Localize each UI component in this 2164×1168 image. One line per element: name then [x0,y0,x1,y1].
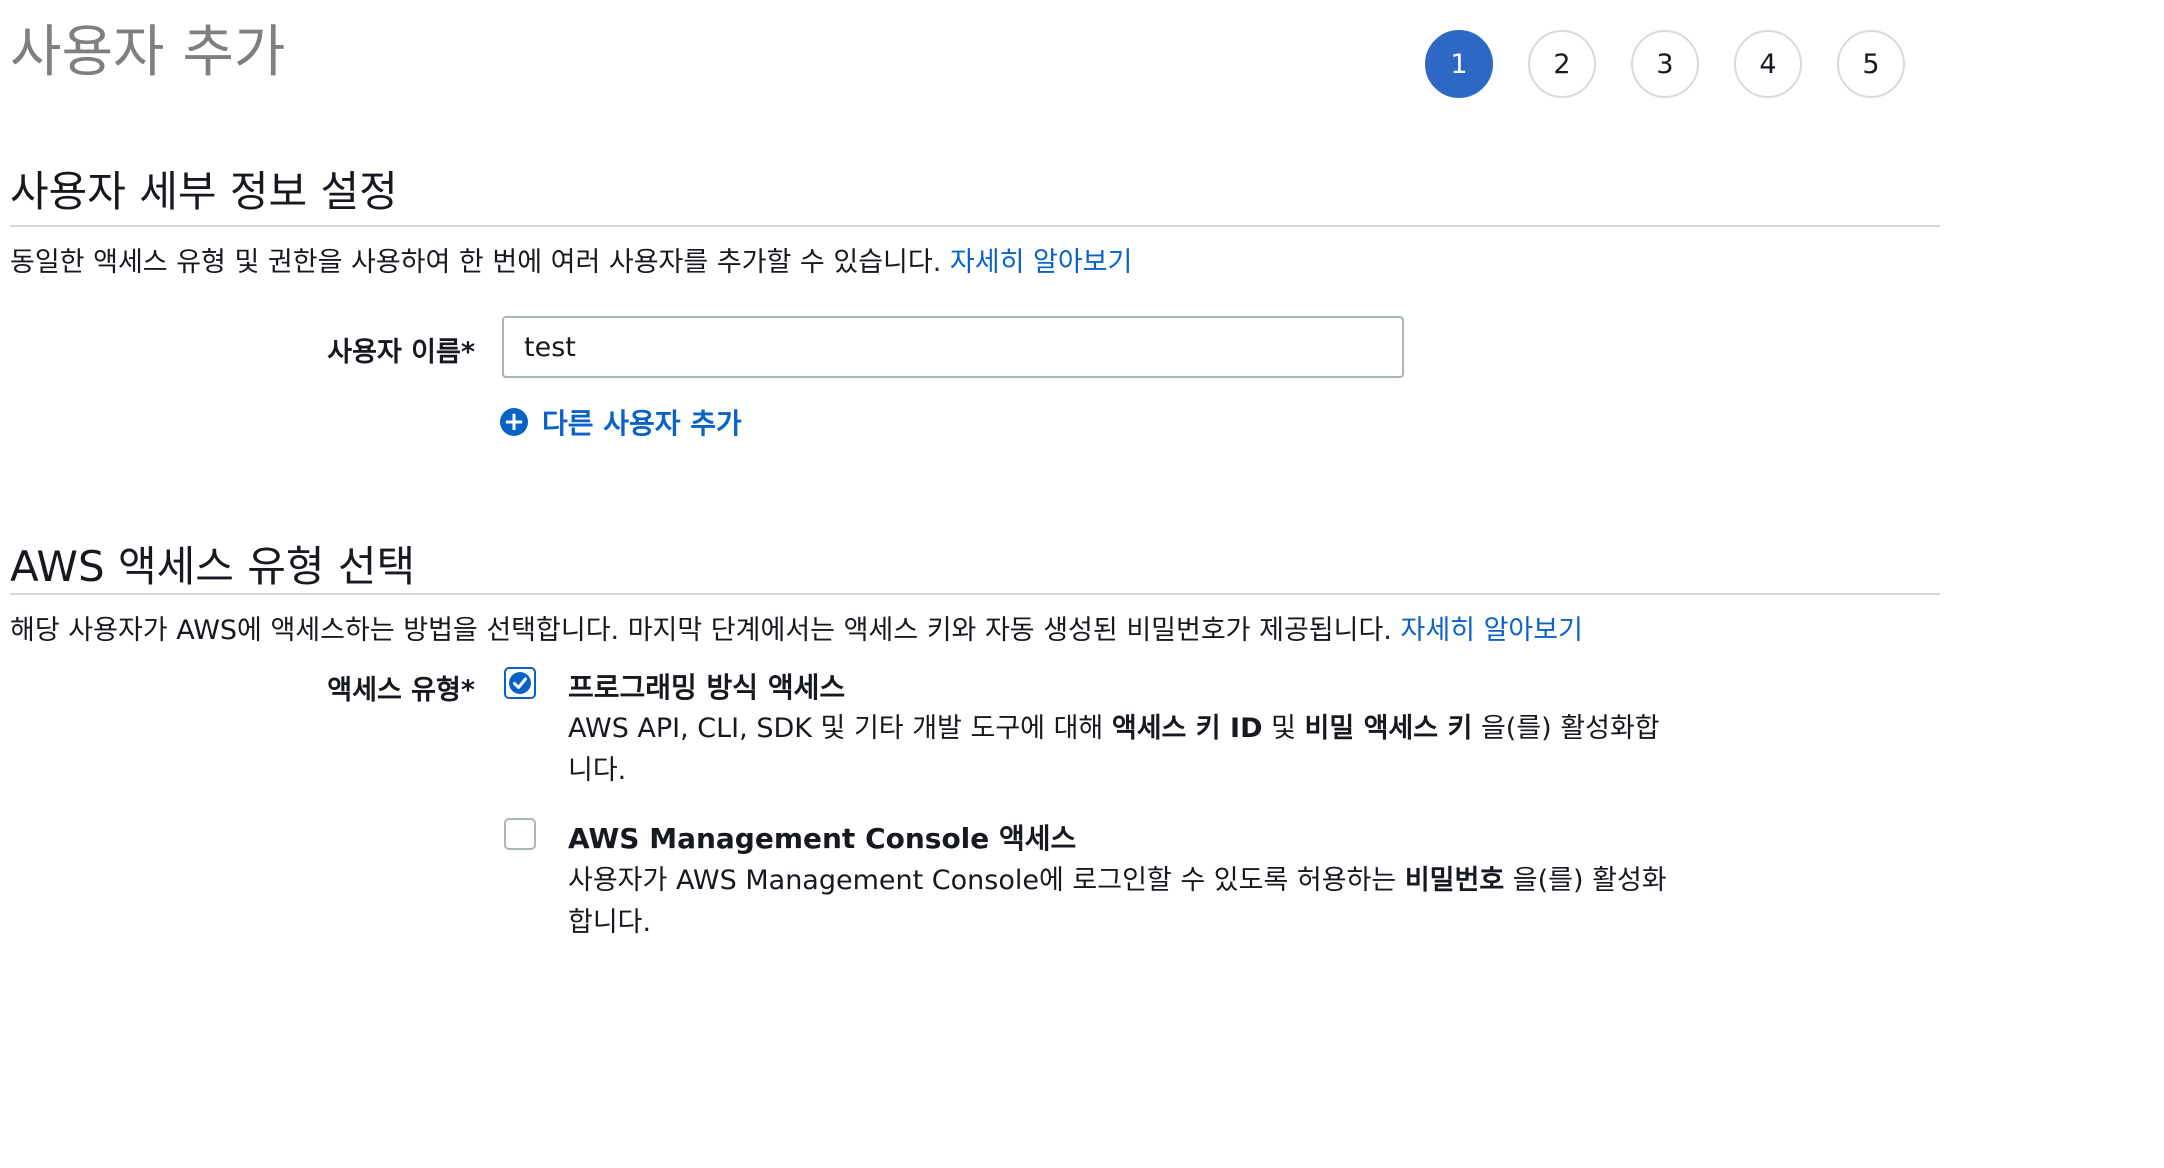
user-details-heading: 사용자 세부 정보 설정 [10,167,398,216]
access-type-label: 액세스 유형* [327,675,475,706]
plus-circle-icon: + [500,408,528,436]
wizard-steps: 1 2 3 4 5 [1425,30,1905,98]
user-details-description: 동일한 액세스 유형 및 권한을 사용하여 한 번에 여러 사용자를 추가할 수… [10,240,1132,279]
step-1[interactable]: 1 [1425,30,1493,98]
desc-bold: 액세스 키 ID [1111,713,1263,744]
desc-bold: 비밀 액세스 키 [1304,713,1473,744]
console-access-title: AWS Management Console 액세스 [568,822,1077,855]
programmatic-access-description: AWS API, CLI, SDK 및 기타 개발 도구에 대해 액세스 키 I… [568,708,1668,792]
desc-bold: 비밀번호 [1404,865,1505,896]
programmatic-access-title: 프로그래밍 방식 액세스 [568,671,846,704]
access-type-heading: AWS 액세스 유형 선택 [10,542,416,591]
step-3[interactable]: 3 [1631,30,1699,98]
step-5[interactable]: 5 [1837,30,1905,98]
username-label: 사용자 이름* [327,337,475,368]
page-title: 사용자 추가 [10,20,286,85]
step-2[interactable]: 2 [1528,30,1596,98]
add-user-label: 다른 사용자 추가 [542,407,742,440]
section-divider [10,593,1940,595]
console-access-description: 사용자가 AWS Management Console에 로그인할 수 있도록 … [568,860,1668,944]
section-divider [10,225,1940,227]
desc-text: 사용자가 AWS Management Console에 로그인할 수 있도록 … [568,865,1397,896]
learn-more-link[interactable]: 자세히 알아보기 [1400,615,1582,646]
learn-more-link[interactable]: 자세히 알아보기 [950,247,1132,278]
desc-text: AWS API, CLI, SDK 및 기타 개발 도구에 대해 [568,713,1104,744]
access-type-description: 해당 사용자가 AWS에 액세스하는 방법을 선택합니다. 마지막 단계에서는 … [10,608,1583,647]
checkmark-icon [509,672,531,694]
console-access-checkbox[interactable] [504,818,536,850]
description-text: 해당 사용자가 AWS에 액세스하는 방법을 선택합니다. 마지막 단계에서는 … [10,615,1392,646]
programmatic-access-checkbox[interactable] [504,667,536,699]
description-text: 동일한 액세스 유형 및 권한을 사용하여 한 번에 여러 사용자를 추가할 수… [10,247,942,278]
desc-text: 및 [1271,713,1296,744]
add-another-user-button[interactable]: + 다른 사용자 추가 [500,402,742,442]
step-4[interactable]: 4 [1734,30,1802,98]
username-input[interactable] [502,316,1404,378]
